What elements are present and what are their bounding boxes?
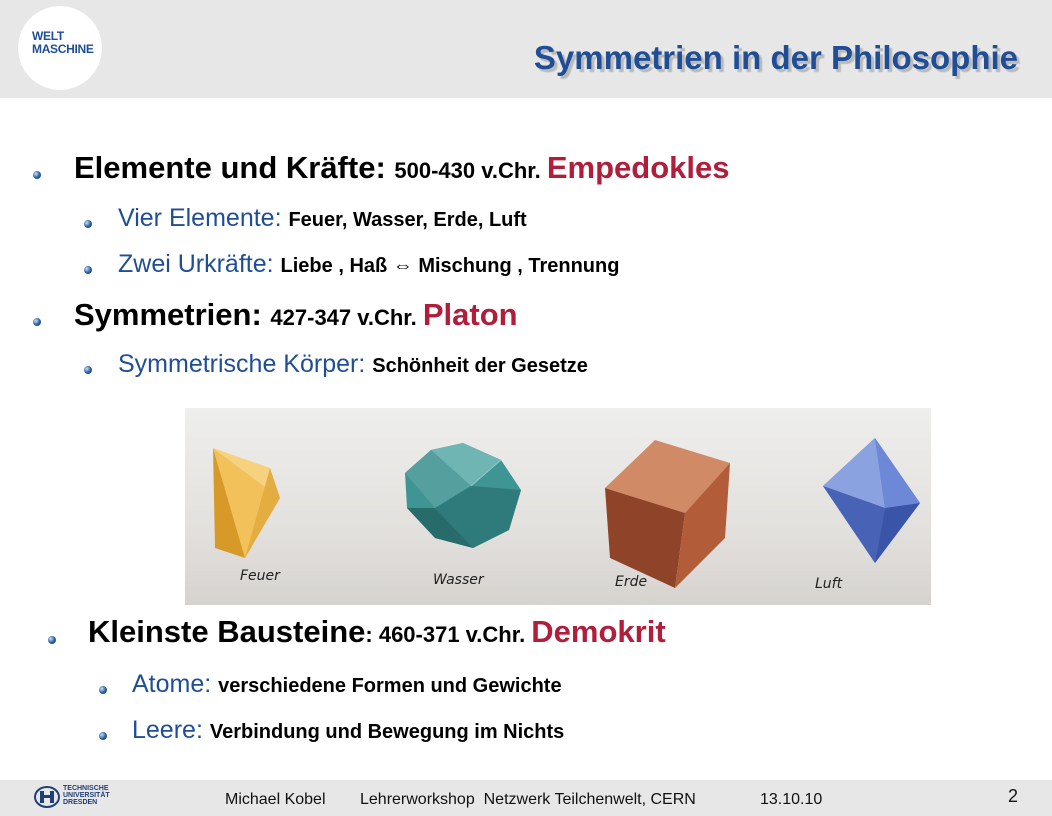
footer-author: Michael Kobel	[225, 791, 326, 808]
fire-tetrahedron	[213, 448, 280, 558]
bullet-icon	[33, 318, 41, 326]
label-wasser: Wasser	[433, 572, 484, 588]
urkraefte-detail2: Mischung , Trennung	[412, 255, 620, 277]
item-symmetrische-koerper: Symmetrische Körper: Schönheit der Geset…	[118, 350, 588, 379]
water-icosahedron	[405, 443, 521, 548]
bullet-icon	[99, 686, 107, 694]
footer-date: 13.10.10	[760, 791, 823, 808]
item-bausteine-colon: :	[365, 622, 379, 647]
tu-dresden-logo-icon	[34, 786, 60, 808]
label-feuer: Feuer	[240, 568, 280, 584]
bullet-icon	[84, 266, 92, 274]
item-symmetrien-label: Symmetrien:	[74, 297, 271, 332]
footer-event: Lehrerworkshop Netzwerk Teilchenwelt, CE…	[360, 791, 696, 808]
bullet-icon	[84, 220, 92, 228]
item-urkraefte: Zwei Urkräfte: Liebe , Haß ⇔ Mischung , …	[118, 250, 619, 279]
vier-elemente-label: Vier Elemente:	[118, 204, 289, 232]
bullet-icon	[84, 366, 92, 374]
item-bausteine-date: 460-371 v.Chr.	[378, 622, 532, 647]
double-arrow-icon: ⇔	[392, 255, 413, 277]
item-symmetrien-date: 427-347 v.Chr.	[270, 305, 423, 330]
atome-detail: verschiedene Formen und Gewichte	[218, 675, 562, 697]
item-bausteine-name: Demokrit	[531, 614, 666, 649]
item-leere: Leere: Verbindung und Bewegung im Nichts	[132, 716, 564, 745]
tud-line2: UNIVERSITÄT	[63, 792, 110, 799]
item-bausteine-label: Kleinste Bausteine	[88, 614, 366, 649]
item-symmetrien: Symmetrien: 427-347 v.Chr. Platon	[74, 297, 518, 333]
bullet-icon	[33, 171, 41, 179]
header-bar: WELT MASCHINE Symmetrien in der Philosop…	[0, 0, 1052, 98]
slide-title: Symmetrien in der Philosophie	[533, 39, 1018, 76]
item-elemente-name: Empedokles	[546, 150, 730, 185]
leere-label: Leere:	[132, 716, 210, 744]
urkraefte-detail1: Liebe , Haß	[280, 255, 393, 277]
page-number: 2	[1008, 786, 1019, 806]
item-atome: Atome: verschiedene Formen und Gewichte	[132, 670, 562, 699]
footer-bar: TECHNISCHE UNIVERSITÄT DRESDEN Michael K…	[0, 780, 1052, 816]
item-bausteine: Kleinste Bausteine: 460-371 v.Chr. Demok…	[88, 614, 666, 650]
label-erde: Erde	[615, 574, 648, 590]
koerper-detail: Schönheit der Gesetze	[372, 355, 588, 377]
leere-detail: Verbindung und Bewegung im Nichts	[209, 721, 565, 743]
item-elemente: Elemente und Kräfte: 500-430 v.Chr. Empe…	[74, 150, 729, 186]
item-elemente-date: 500-430 v.Chr.	[394, 158, 547, 183]
atome-label: Atome:	[132, 670, 219, 698]
vier-elemente-detail: Feuer, Wasser, Erde, Luft	[288, 209, 527, 231]
earth-cube	[605, 440, 730, 588]
bullet-icon	[48, 636, 56, 644]
tud-line3: DRESDEN	[63, 799, 98, 806]
tud-line1: TECHNISCHE	[63, 785, 109, 792]
air-octahedron	[823, 438, 920, 563]
item-elemente-label: Elemente und Kräfte:	[74, 150, 395, 185]
label-luft: Luft	[815, 576, 843, 592]
platonic-solids-image: Feuer Wasser Erde Luft	[185, 408, 931, 605]
item-vier-elemente: Vier Elemente: Feuer, Wasser, Erde, Luft	[118, 204, 527, 233]
koerper-label: Symmetrische Körper:	[118, 350, 373, 378]
urkraefte-label: Zwei Urkräfte:	[118, 250, 281, 278]
tu-dresden-wordmark: TECHNISCHE UNIVERSITÄT DRESDEN	[63, 785, 110, 806]
bullet-icon	[99, 732, 107, 740]
item-symmetrien-name: Platon	[422, 297, 518, 332]
